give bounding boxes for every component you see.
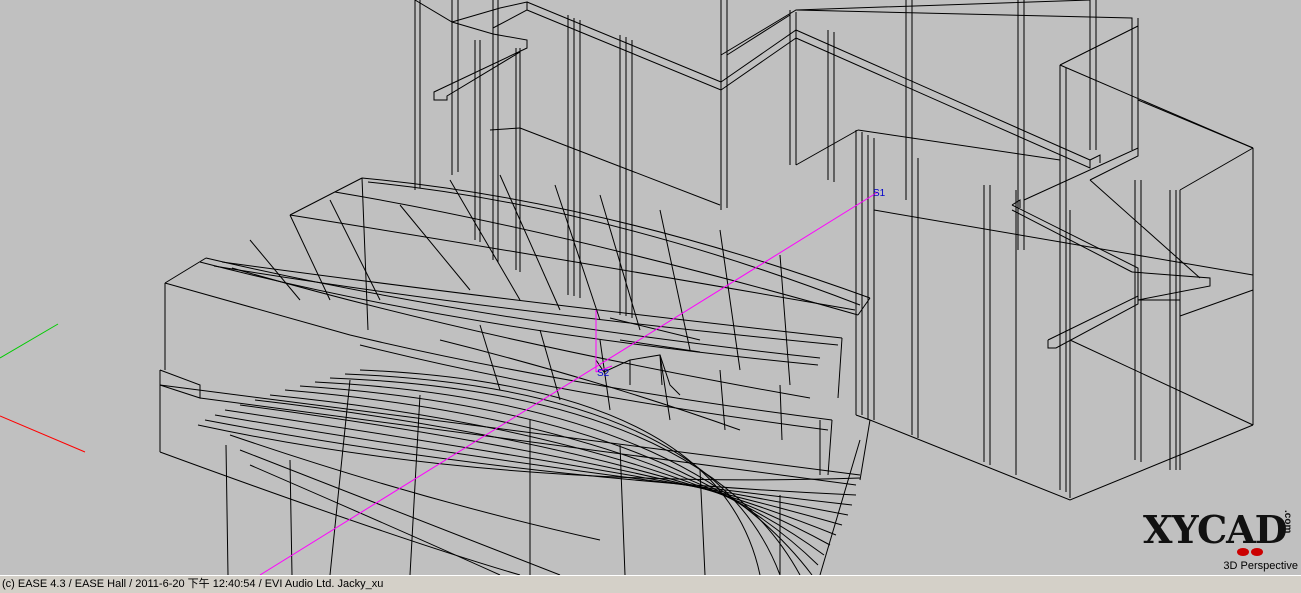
axis-y-line xyxy=(0,323,59,359)
axes-indicator xyxy=(0,323,86,453)
source-aim-line xyxy=(259,191,879,575)
status-bar: (c) EASE 4.3 / EASE Hall / 2011-6-20 下午 … xyxy=(0,575,1301,593)
receiver-marker-label[interactable]: S2 xyxy=(597,368,610,379)
xycad-logo: XYCAD .com xyxy=(1143,506,1293,556)
view-mode-label: 3D Perspective xyxy=(1223,560,1298,572)
3d-viewport[interactable]: S1 S2 XYCAD .com 3D Perspective xyxy=(0,0,1301,575)
wireframe-model[interactable]: S1 S2 xyxy=(0,0,1301,575)
upper-structure xyxy=(414,0,1254,318)
logo-music-note-icon xyxy=(1237,548,1263,556)
axis-x-line xyxy=(0,415,86,453)
logo-suffix: .com xyxy=(1282,510,1293,534)
lower-seating xyxy=(159,369,871,575)
logo-text: XYCAD xyxy=(1143,507,1288,552)
source-marker-label[interactable]: S1 xyxy=(873,188,886,199)
balcony-tier xyxy=(164,174,871,476)
ease-app-window: S1 S2 XYCAD .com 3D Perspective (c) EASE… xyxy=(0,0,1301,593)
status-text: (c) EASE 4.3 / EASE Hall / 2011-6-20 下午 … xyxy=(2,578,384,590)
right-block xyxy=(855,65,1254,501)
